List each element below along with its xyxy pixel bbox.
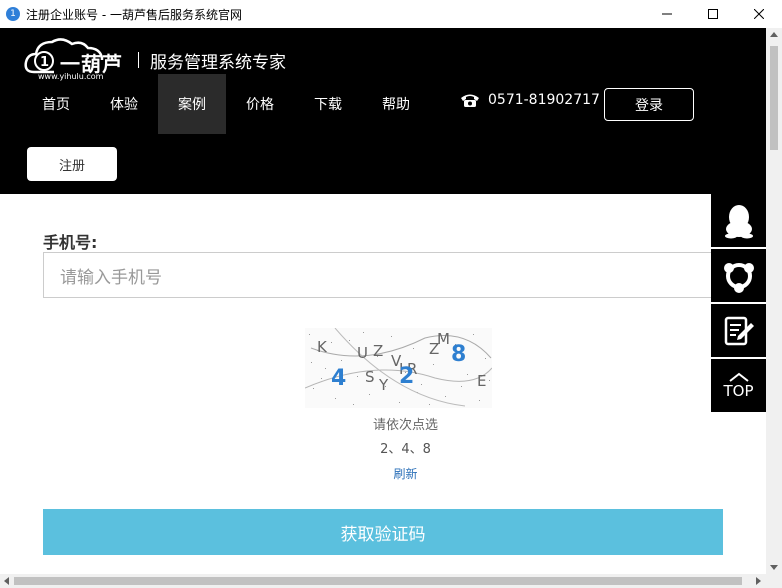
scroll-down-icon[interactable] [770, 565, 778, 570]
close-button[interactable] [736, 0, 782, 28]
phone-number: 0571-81902717 [488, 92, 600, 108]
nav-item-trial[interactable]: 体验 [90, 74, 158, 134]
captcha-char: Z [373, 342, 384, 360]
main-nav: 首页 体验 案例 价格 下载 帮助 [22, 74, 430, 134]
chevron-up-icon [728, 372, 749, 382]
captcha-char: S [365, 368, 375, 386]
captcha-char: K [317, 338, 327, 356]
captcha-refresh-link[interactable]: 刷新 [305, 465, 506, 482]
app-icon: 1 [6, 7, 20, 21]
maximize-button[interactable] [690, 0, 736, 28]
page-viewport: 1 一葫芦 www.yihulu.com 服务管理系统专家 首页 体验 案例 价… [0, 28, 766, 574]
back-to-top-button[interactable]: TOP [711, 359, 766, 412]
contact-phone: 0571-81902717 [460, 92, 600, 108]
float-qq-button[interactable] [711, 194, 766, 247]
edit-note-icon [724, 316, 754, 345]
nav-item-pricing[interactable]: 价格 [226, 74, 294, 134]
captcha-char: Y [379, 376, 389, 394]
floating-toolbar: TOP [711, 194, 766, 414]
captcha-char: E [477, 372, 487, 390]
logo-divider [138, 52, 139, 68]
captcha-digit: 8 [451, 342, 467, 367]
vertical-scrollbar[interactable] [766, 28, 782, 574]
window-titlebar: 1 注册企业账号 - 一葫芦售后服务系统官网 [0, 0, 782, 28]
close-icon [754, 9, 764, 19]
captcha-digit: 4 [331, 366, 347, 391]
float-share-button[interactable] [711, 249, 766, 302]
minimize-button[interactable] [644, 0, 690, 28]
horizontal-scrollbar[interactable] [0, 574, 782, 588]
svg-text:1: 1 [40, 55, 49, 70]
maximize-icon [708, 9, 718, 19]
telephone-icon [461, 94, 479, 107]
scroll-up-icon[interactable] [770, 32, 778, 37]
qq-icon [724, 204, 753, 238]
vertical-scroll-thumb[interactable] [770, 46, 778, 150]
captcha-hint: 请依次点选 [372, 418, 438, 433]
nav-item-help[interactable]: 帮助 [362, 74, 430, 134]
minimize-icon [662, 13, 672, 15]
scroll-right-icon[interactable] [756, 577, 761, 585]
captcha-char: Z [429, 340, 440, 358]
phone-input[interactable]: 请输入手机号 [43, 252, 733, 298]
login-button[interactable]: 登录 [604, 88, 694, 121]
site-slogan: 服务管理系统专家 [150, 53, 286, 73]
back-to-top-label: TOP [723, 381, 754, 400]
captcha-char: U [357, 344, 368, 362]
nav-item-cases[interactable]: 案例 [158, 74, 226, 134]
register-button[interactable]: 注册 [27, 147, 117, 181]
captcha-image[interactable]: K U Z V M Z I R S Y E 4 2 8 [305, 328, 492, 408]
window-title: 注册企业账号 - 一葫芦售后服务系统官网 [26, 7, 242, 22]
scroll-left-icon[interactable] [4, 577, 9, 585]
get-verification-code-button[interactable]: 获取验证码 [43, 509, 723, 555]
nav-item-home[interactable]: 首页 [22, 74, 90, 134]
phone-field-label: 手机号: [43, 233, 98, 252]
nav-item-download[interactable]: 下载 [294, 74, 362, 134]
captcha-digit: 2 [399, 364, 415, 389]
share-network-icon [723, 262, 754, 293]
horizontal-scroll-thumb[interactable] [14, 577, 742, 585]
site-header: 1 一葫芦 www.yihulu.com 服务管理系统专家 首页 体验 案例 价… [0, 28, 766, 194]
float-feedback-button[interactable] [711, 304, 766, 357]
captcha-sequence: 2、4、8 [380, 442, 431, 457]
